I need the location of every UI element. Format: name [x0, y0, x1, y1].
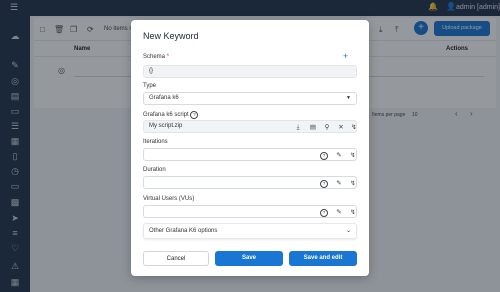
- iterations-field[interactable]: ? ✎ ↯: [143, 148, 357, 161]
- edit-icon[interactable]: ✎: [335, 150, 343, 161]
- edit-icon[interactable]: ✎: [335, 207, 343, 218]
- type-label: Type: [143, 83, 157, 89]
- folder-icon[interactable]: ▤: [309, 122, 317, 133]
- add-schema-icon[interactable]: +: [343, 51, 348, 61]
- help-icon[interactable]: ?: [320, 178, 328, 189]
- cancel-button[interactable]: Cancel: [143, 251, 209, 266]
- schema-label-text: Schema: [143, 54, 166, 60]
- vus-label: Virtual Users (VUs): [143, 196, 195, 202]
- help-icon[interactable]: ?: [190, 111, 199, 119]
- script-value: My script.zip: [149, 123, 183, 129]
- other-options-label: Other Grafana K6 options: [149, 228, 218, 234]
- type-value: Grafana k6: [149, 95, 179, 101]
- bolt-icon[interactable]: ↯: [350, 122, 358, 133]
- schema-field[interactable]: {}: [143, 65, 357, 78]
- clear-icon[interactable]: ✕: [337, 122, 345, 133]
- script-label: Grafana k6 script ?: [143, 111, 199, 119]
- save-button[interactable]: Save: [215, 251, 283, 266]
- bolt-icon[interactable]: ↯: [349, 207, 357, 218]
- type-select[interactable]: Grafana k6 ▼: [143, 92, 357, 105]
- script-label-text: Grafana k6 script: [143, 112, 189, 118]
- bolt-icon[interactable]: ↯: [349, 178, 357, 189]
- iterations-label: Iterations: [143, 139, 168, 145]
- search-icon[interactable]: ⚲: [323, 122, 331, 133]
- chevron-down-icon: ⌄: [345, 228, 351, 234]
- help-icon[interactable]: ?: [320, 150, 328, 161]
- duration-label: Duration: [143, 167, 166, 173]
- script-field[interactable]: My script.zip ⤓ ▤ ⚲ ✕ ↯: [143, 120, 357, 133]
- schema-label: Schema *: [143, 54, 169, 60]
- vus-field[interactable]: ? ✎ ↯: [143, 205, 357, 218]
- bolt-icon[interactable]: ↯: [349, 150, 357, 161]
- help-icon[interactable]: ?: [320, 207, 328, 218]
- dialog-title: New Keyword: [143, 31, 199, 41]
- duration-field[interactable]: ? ✎ ↯: [143, 176, 357, 189]
- new-keyword-dialog: New Keyword Schema * + {} Type Grafana k…: [131, 20, 369, 276]
- other-options-expander[interactable]: Other Grafana K6 options ⌄: [143, 223, 357, 239]
- required-mark: *: [166, 54, 170, 60]
- download-icon[interactable]: ⤓: [294, 122, 302, 133]
- edit-icon[interactable]: ✎: [335, 178, 343, 189]
- caret-down-icon: ▼: [346, 95, 351, 101]
- save-and-edit-button[interactable]: Save and edit: [289, 251, 357, 266]
